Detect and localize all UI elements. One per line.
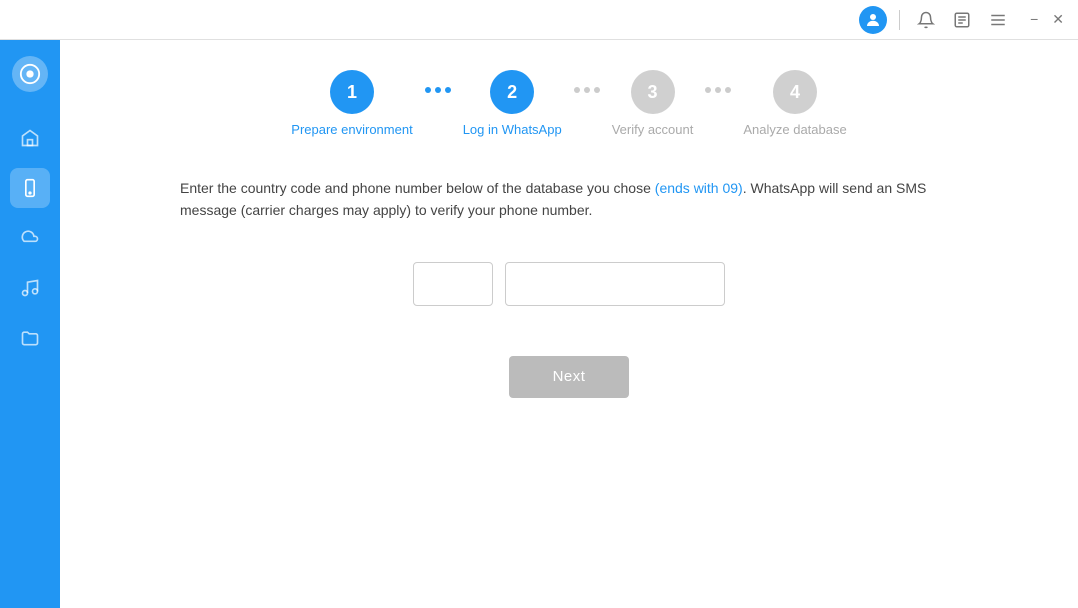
minimize-button[interactable]: − bbox=[1026, 9, 1042, 30]
dot bbox=[705, 87, 711, 93]
dot bbox=[715, 87, 721, 93]
step-4-circle: 4 bbox=[773, 70, 817, 114]
country-code-wrapper: + bbox=[413, 262, 493, 306]
window-controls: − ✕ bbox=[1026, 9, 1068, 30]
close-button[interactable]: ✕ bbox=[1048, 9, 1068, 30]
step-1-label: Prepare environment bbox=[291, 122, 412, 137]
separator bbox=[899, 10, 900, 30]
step-3: 3 Verify account bbox=[612, 70, 694, 137]
avatar-icon[interactable] bbox=[859, 6, 887, 34]
dots-2-3 bbox=[574, 87, 600, 93]
notes-icon[interactable] bbox=[948, 6, 976, 34]
dots-3-4 bbox=[705, 87, 731, 93]
sidebar-item-home[interactable] bbox=[10, 118, 50, 158]
dot bbox=[594, 87, 600, 93]
title-bar: − ✕ bbox=[0, 0, 1078, 40]
dot bbox=[435, 87, 441, 93]
step-2-label: Log in WhatsApp bbox=[463, 122, 562, 137]
dots-1-2 bbox=[425, 87, 451, 93]
app-logo[interactable] bbox=[12, 56, 48, 92]
dot bbox=[584, 87, 590, 93]
dot bbox=[445, 87, 451, 93]
description-link: (ends with 09) bbox=[655, 180, 743, 196]
sidebar-item-cloud[interactable] bbox=[10, 218, 50, 258]
button-row: Next bbox=[180, 356, 958, 398]
step-1-circle: 1 bbox=[330, 70, 374, 114]
steps-header: 1 Prepare environment 2 Log in WhatsApp bbox=[60, 40, 1078, 157]
dot bbox=[425, 87, 431, 93]
sidebar bbox=[0, 40, 60, 608]
step-3-label: Verify account bbox=[612, 122, 694, 137]
menu-icon[interactable] bbox=[984, 6, 1012, 34]
step-4-label: Analyze database bbox=[743, 122, 846, 137]
step-4: 4 Analyze database bbox=[743, 70, 846, 137]
phone-input-row: + bbox=[180, 262, 958, 306]
sidebar-item-device[interactable] bbox=[10, 168, 50, 208]
step-2: 2 Log in WhatsApp bbox=[463, 70, 562, 137]
form-area: Enter the country code and phone number … bbox=[60, 157, 1078, 608]
phone-number-input[interactable] bbox=[505, 262, 725, 306]
next-button[interactable]: Next bbox=[509, 356, 629, 398]
sidebar-item-folder[interactable] bbox=[10, 318, 50, 358]
description-text: Enter the country code and phone number … bbox=[180, 177, 958, 222]
dot bbox=[725, 87, 731, 93]
dot bbox=[574, 87, 580, 93]
step-2-circle: 2 bbox=[490, 70, 534, 114]
bell-icon[interactable] bbox=[912, 6, 940, 34]
step-1: 1 Prepare environment bbox=[291, 70, 412, 137]
main-content-area: 1 Prepare environment 2 Log in WhatsApp bbox=[60, 40, 1078, 608]
app-body: 1 Prepare environment 2 Log in WhatsApp bbox=[0, 40, 1078, 608]
sidebar-item-music[interactable] bbox=[10, 268, 50, 308]
step-3-circle: 3 bbox=[631, 70, 675, 114]
country-code-input[interactable] bbox=[413, 262, 493, 306]
description-main: Enter the country code and phone number … bbox=[180, 180, 655, 196]
title-bar-icons: − ✕ bbox=[859, 6, 1068, 34]
